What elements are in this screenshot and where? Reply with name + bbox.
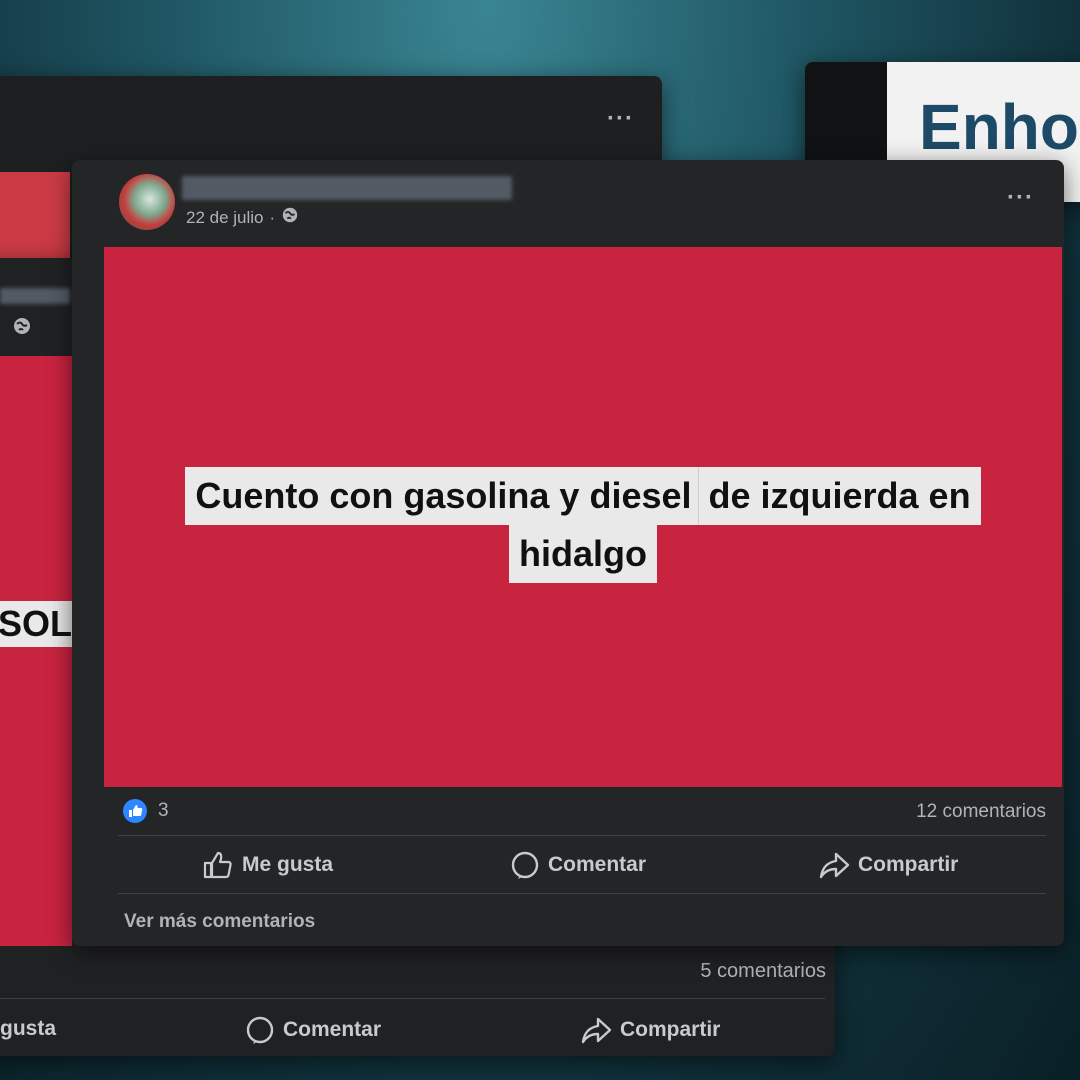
- share-icon: [581, 1017, 612, 1044]
- back-post-share-button[interactable]: Compartir: [580, 1015, 720, 1045]
- globe-icon: [281, 206, 299, 229]
- post-date[interactable]: 22 de julio: [186, 208, 264, 228]
- avatar[interactable]: [119, 174, 175, 230]
- share-icon: [819, 852, 850, 879]
- comment-button[interactable]: Comentar: [510, 850, 646, 880]
- comment-icon: [246, 1016, 274, 1044]
- share-button[interactable]: Compartir: [818, 850, 958, 880]
- blurred-author-name: [0, 288, 70, 304]
- caption-line-1-part-2: de izquierda en: [697, 467, 981, 525]
- blurred-author-name[interactable]: [182, 176, 512, 200]
- comment-label: Comentar: [548, 853, 647, 876]
- meta-separator: ·: [269, 207, 276, 227]
- back-post-comment-button[interactable]: Comentar: [245, 1015, 381, 1045]
- more-options-icon[interactable]: ···: [1007, 186, 1034, 210]
- reaction-count: 3: [158, 800, 169, 821]
- back-post-share-label: Compartir: [620, 1018, 721, 1041]
- globe-icon: [12, 316, 32, 341]
- comment-icon: [511, 851, 539, 879]
- main-post-card: 22 de julio · ··· Cuento con gasolina y …: [72, 160, 1064, 946]
- upper-card-red-image: [0, 172, 70, 262]
- post-meta: 22 de julio ·: [186, 206, 299, 229]
- caption-line-1-part-1: Cuento con gasolina y diesel: [185, 467, 702, 525]
- more-options-icon[interactable]: ···: [607, 107, 634, 131]
- back-post-comment-label: Comentar: [283, 1018, 382, 1041]
- back-post-comment-count[interactable]: 5 comentarios: [700, 960, 826, 983]
- caption-line-1: Cuento con gasolina y diesel de izquierda…: [104, 467, 1062, 525]
- view-more-comments-link[interactable]: Ver más comentarios: [124, 911, 315, 933]
- right-card-headline: Enho: [919, 91, 1079, 163]
- post-image-caption: Cuento con gasolina y diesel de izquierda…: [104, 467, 1062, 583]
- back-post-divider: [0, 998, 825, 999]
- caption-line-2: hidalgo: [104, 525, 1062, 583]
- thumbs-up-icon: [203, 851, 232, 879]
- share-label: Compartir: [858, 853, 959, 876]
- caption-line-2-text: hidalgo: [509, 525, 657, 583]
- like-button[interactable]: Me gusta: [202, 850, 333, 880]
- reactions-divider: [118, 835, 1046, 836]
- like-label: Me gusta: [242, 853, 334, 876]
- back-post-image-text: SOL: [0, 601, 72, 647]
- back-post-like-label[interactable]: gusta: [0, 1017, 56, 1041]
- post-image[interactable]: Cuento con gasolina y diesel de izquierda…: [104, 247, 1062, 787]
- reactions-summary[interactable]: 3: [122, 798, 169, 824]
- back-post-image: SOL: [0, 356, 72, 946]
- comment-count[interactable]: 12 comentarios: [916, 801, 1046, 823]
- actions-divider: [118, 893, 1046, 894]
- like-reaction-icon: [123, 799, 147, 823]
